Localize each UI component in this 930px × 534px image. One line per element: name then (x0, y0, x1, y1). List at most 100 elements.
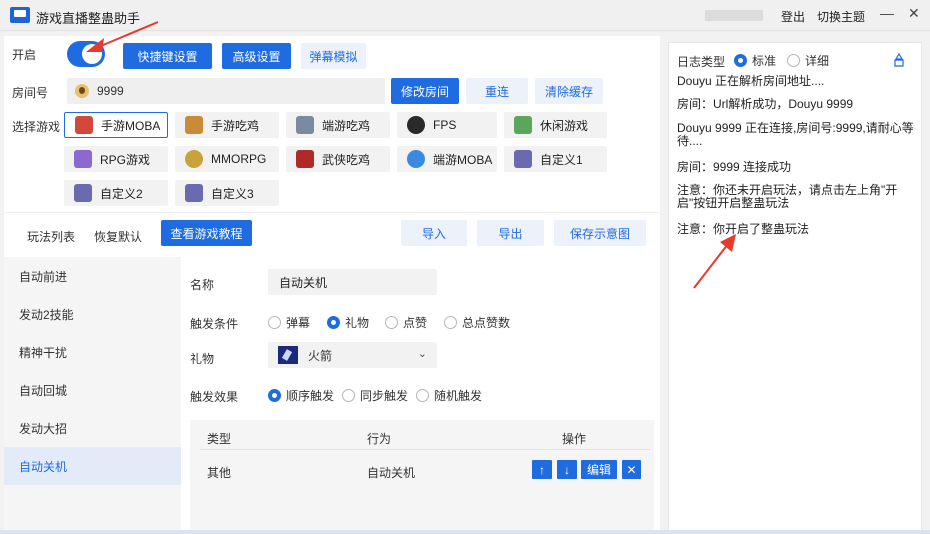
shortcut-settings-button[interactable]: 快捷键设置 (123, 43, 212, 69)
play-item[interactable]: 精神干扰 (4, 333, 181, 371)
log-line: 注意：你还未开启玩法，请点击左上角"开启"按钮开启整蛊玩法 (677, 183, 898, 210)
game-mobile-pubg-icon (185, 116, 203, 134)
room-input[interactable]: 9999 (67, 78, 385, 104)
game-rpg-icon (74, 150, 92, 168)
restore-default-button[interactable]: 恢复默认 (94, 228, 142, 245)
game-fps-icon (407, 116, 425, 134)
radio-dot (268, 316, 281, 329)
modify-room-button[interactable]: 修改房间 (391, 78, 459, 104)
move-up-button[interactable]: ↑ (532, 460, 552, 479)
close-window-button[interactable]: ✕ (908, 5, 920, 22)
game-label-text: 手游吃鸡 (211, 118, 260, 133)
view-tutorial-button[interactable]: 查看游戏教程 (161, 220, 252, 246)
game-wuxia-pubg-icon (296, 150, 314, 168)
log-line: 房间：9999 连接成功 (677, 160, 792, 174)
log-radio-detailed[interactable]: 详细 (787, 52, 829, 69)
reconnect-button[interactable]: 重连 (466, 78, 528, 104)
radio-label: 弹幕 (286, 316, 311, 330)
game-pc-moba[interactable]: 端游MOBA (397, 146, 497, 172)
game-label-text: 端游MOBA (433, 152, 493, 167)
game-custom-2[interactable]: 自定义2 (64, 180, 168, 206)
effect-radio-random[interactable]: 随机触发 (416, 387, 482, 404)
log-radio-standard[interactable]: 标准 (734, 52, 776, 69)
game-custom-1-icon (514, 150, 532, 168)
effect-radio-sequential[interactable]: 顺序触发 (268, 387, 334, 404)
trigger-label: 触发条件 (190, 317, 239, 331)
gift-select[interactable]: 火箭 ⌄ (268, 342, 437, 368)
game-wuxia-pubg[interactable]: 武侠吃鸡 (286, 146, 390, 172)
game-casual[interactable]: 休闲游戏 (504, 112, 607, 138)
title-bar: 游戏直播整蛊助手 登出 切换主题 — ✕ (0, 0, 930, 31)
cell-type: 其他 (207, 466, 232, 480)
trigger-radio-danmu[interactable]: 弹幕 (268, 314, 310, 331)
radio-label: 顺序触发 (286, 389, 335, 403)
save-diagram-button[interactable]: 保存示意图 (554, 220, 646, 246)
chevron-down-icon: ⌄ (417, 348, 427, 360)
radio-dot (342, 389, 355, 402)
app-monitor-icon (10, 7, 30, 23)
move-down-button[interactable]: ↓ (557, 460, 577, 479)
game-fps[interactable]: FPS (397, 112, 497, 138)
import-button[interactable]: 导入 (401, 220, 467, 246)
enable-toggle[interactable] (67, 41, 105, 67)
game-custom-3[interactable]: 自定义3 (175, 180, 279, 206)
game-custom-3-icon (185, 184, 203, 202)
table-divider (200, 449, 650, 450)
play-item[interactable]: 发动2技能 (4, 295, 181, 333)
game-label: 选择游戏 (12, 120, 61, 134)
play-item-active[interactable]: 自动关机 (4, 447, 181, 485)
cell-action: 自动关机 (367, 466, 416, 480)
radio-label: 点赞 (403, 316, 428, 330)
name-label: 名称 (190, 278, 215, 292)
game-label-text: MMORPG (211, 152, 267, 166)
game-casual-icon (514, 116, 532, 134)
radio-dot-selected (268, 389, 281, 402)
clear-cache-button[interactable]: 清除缓存 (535, 78, 603, 104)
log-panel (668, 42, 922, 534)
export-button[interactable]: 导出 (477, 220, 544, 246)
play-list-tab[interactable]: 玩法列表 (27, 228, 75, 245)
danmu-simulate-button[interactable]: 弹幕模拟 (301, 43, 366, 69)
game-custom-2-icon (74, 184, 92, 202)
switch-theme-link[interactable]: 切换主题 (817, 8, 865, 25)
game-pc-pubg[interactable]: 端游吃鸡 (286, 112, 390, 138)
advanced-settings-button[interactable]: 高级设置 (222, 43, 291, 69)
effect-radio-sync[interactable]: 同步触发 (342, 387, 408, 404)
game-mobile-pubg[interactable]: 手游吃鸡 (175, 112, 279, 138)
radio-dot (416, 389, 429, 402)
logout-link[interactable]: 登出 (781, 8, 805, 25)
gift-value: 火箭 (308, 348, 333, 363)
radio-label: 随机触发 (434, 389, 483, 403)
game-label-text: 自定义3 (211, 186, 254, 201)
play-item[interactable]: 自动回城 (4, 371, 181, 409)
trigger-radio-like[interactable]: 点赞 (385, 314, 427, 331)
col-header-op: 操作 (562, 432, 587, 446)
play-item[interactable]: 发动大招 (4, 409, 181, 447)
name-input[interactable]: 自动关机 (268, 269, 437, 295)
col-header-action: 行为 (367, 432, 392, 446)
game-mobile-moba[interactable]: 手游MOBA (64, 112, 168, 138)
game-mmorpg[interactable]: MMORPG (175, 146, 279, 172)
radio-dot-selected (327, 316, 340, 329)
minimize-button[interactable]: — (880, 5, 894, 21)
trigger-radio-gift[interactable]: 礼物 (327, 314, 369, 331)
log-type-label: 日志类型 (677, 55, 726, 69)
game-rpg[interactable]: RPG游戏 (64, 146, 168, 172)
room-value: 9999 (97, 84, 124, 98)
delete-button[interactable]: ✕ (622, 460, 641, 479)
radio-label: 同步触发 (360, 389, 409, 403)
rocket-icon (278, 346, 298, 364)
col-header-type: 类型 (207, 432, 232, 446)
radio-dot (385, 316, 398, 329)
play-item[interactable]: 自动前进 (4, 257, 181, 295)
radio-dot-selected (734, 54, 747, 67)
bottom-strip (0, 530, 930, 534)
radio-label: 礼物 (345, 316, 370, 330)
trigger-radio-total-likes[interactable]: 总点赞数 (444, 314, 510, 331)
game-custom-1[interactable]: 自定义1 (504, 146, 607, 172)
edit-button[interactable]: 编辑 (581, 460, 617, 479)
game-mmorpg-icon (185, 150, 203, 168)
clear-log-icon[interactable] (893, 53, 905, 67)
game-label-text: 休闲游戏 (540, 118, 589, 133)
play-sidebar: 自动前进 发动2技能 精神干扰 自动回城 发动大招 自动关机 (4, 257, 181, 534)
